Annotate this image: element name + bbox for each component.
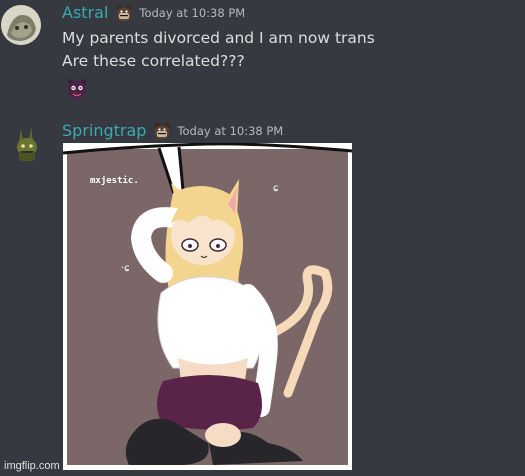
message-line-2: Are these correlated??? [62,52,245,70]
springtrap-avatar[interactable] [7,125,47,165]
emoji-sticker-icon [68,78,86,99]
artist-signature: mxjestic. [90,175,139,186]
astral-avatar[interactable] [1,5,41,45]
message-line-1: My parents divorced and I am now trans [62,29,375,47]
image-attachment[interactable]: mxjestic. ·ɕ ɕ [63,143,352,470]
astral-timestamp: Today at 10:38 PM [139,5,246,20]
imgflip-watermark: imgflip.com [4,460,60,472]
springtrap-avatar-image [7,125,47,165]
anime-catgirl-image: mxjestic. ·ɕ ɕ [63,143,352,470]
springtrap-username[interactable]: Springtrap [62,121,146,140]
freddy-badge-icon [116,4,133,21]
svg-text:·ɕ: ·ɕ [121,263,130,274]
springtrap-timestamp: Today at 10:38 PM [177,123,284,138]
astral-avatar-image [1,5,41,45]
svg-text:ɕ: ɕ [273,183,279,194]
freddy-badge-icon [154,122,171,139]
astral-username[interactable]: Astral [62,3,108,22]
message-astral: Astral Today at 10:38 PM My parents divo… [0,0,525,100]
